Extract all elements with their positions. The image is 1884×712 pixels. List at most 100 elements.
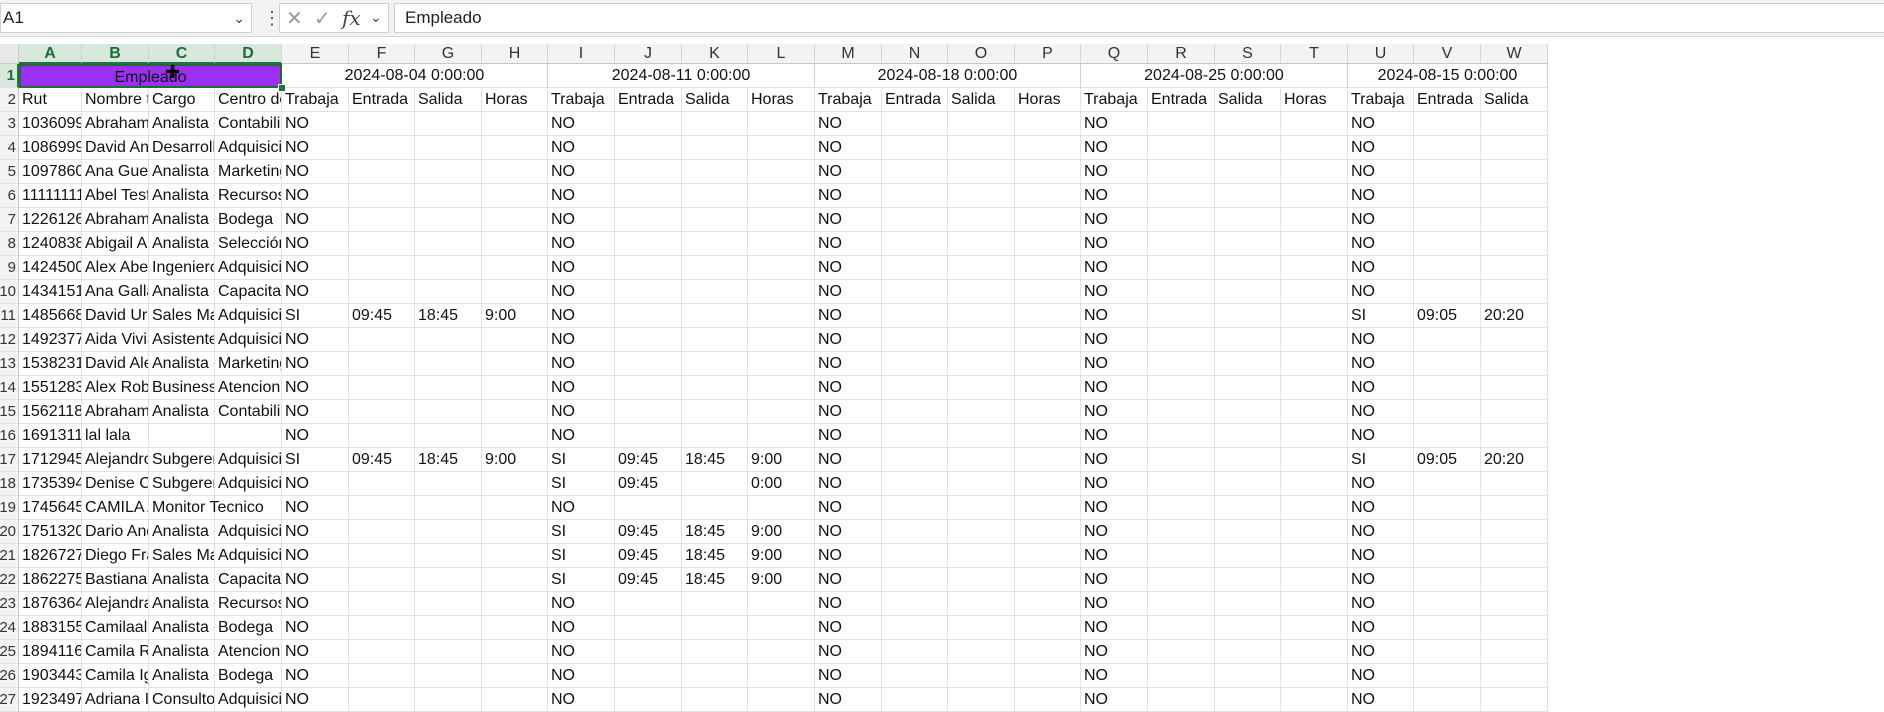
data-cell[interactable]: NO — [548, 592, 615, 616]
row-header-24[interactable]: 24 — [0, 616, 19, 640]
data-cell[interactable] — [215, 424, 282, 448]
data-cell[interactable] — [948, 664, 1015, 688]
data-cell[interactable]: 18:45 — [682, 448, 748, 472]
data-cell[interactable] — [948, 448, 1015, 472]
data-cell[interactable]: NO — [282, 424, 349, 448]
data-cell[interactable]: NO — [548, 400, 615, 424]
data-cell[interactable] — [1281, 616, 1348, 640]
data-cell[interactable]: NO — [815, 688, 882, 712]
data-cell[interactable]: Bodega — [215, 664, 282, 688]
data-cell[interactable] — [1481, 208, 1548, 232]
data-cell[interactable] — [349, 256, 415, 280]
data-cell[interactable] — [1148, 568, 1215, 592]
data-cell[interactable]: NO — [1081, 112, 1148, 136]
column-title-cell[interactable]: Trabaja — [548, 88, 615, 112]
data-cell[interactable] — [1481, 640, 1548, 664]
data-cell[interactable]: NO — [282, 640, 349, 664]
data-cell[interactable] — [482, 256, 548, 280]
data-cell[interactable]: 09:45 — [349, 304, 415, 328]
data-cell[interactable] — [682, 136, 748, 160]
data-cell[interactable]: lal lala — [82, 424, 149, 448]
data-cell[interactable]: Marketing — [215, 160, 282, 184]
data-cell[interactable] — [482, 328, 548, 352]
data-cell[interactable] — [615, 112, 682, 136]
data-cell[interactable] — [1015, 112, 1081, 136]
data-cell[interactable]: NO — [815, 472, 882, 496]
data-cell[interactable] — [882, 664, 948, 688]
data-cell[interactable] — [948, 472, 1015, 496]
column-header-p[interactable]: P — [1015, 44, 1081, 64]
data-cell[interactable] — [415, 232, 482, 256]
data-cell[interactable] — [748, 400, 815, 424]
data-cell[interactable]: Business P — [149, 376, 215, 400]
data-cell[interactable] — [1281, 640, 1348, 664]
data-cell[interactable] — [748, 376, 815, 400]
data-cell[interactable]: NO — [1081, 688, 1148, 712]
data-cell[interactable]: 14341516- — [19, 280, 82, 304]
data-cell[interactable] — [1281, 424, 1348, 448]
data-cell[interactable]: 14856682- — [19, 304, 82, 328]
data-cell[interactable]: NO — [815, 400, 882, 424]
data-cell[interactable]: Alejandro C — [82, 448, 149, 472]
data-cell[interactable]: Analista — [149, 232, 215, 256]
data-cell[interactable] — [1015, 208, 1081, 232]
data-cell[interactable]: Recursos H — [215, 184, 282, 208]
data-cell[interactable] — [1148, 520, 1215, 544]
data-cell[interactable]: NO — [1348, 328, 1414, 352]
data-cell[interactable] — [1215, 592, 1281, 616]
data-cell[interactable] — [948, 256, 1015, 280]
data-cell[interactable]: NO — [815, 568, 882, 592]
column-title-cell[interactable]: Salida — [682, 88, 748, 112]
data-cell[interactable] — [882, 592, 948, 616]
data-cell[interactable]: 09:05 — [1414, 304, 1481, 328]
row-header-18[interactable]: 18 — [0, 472, 19, 496]
data-cell[interactable] — [1481, 400, 1548, 424]
data-cell[interactable]: Contabilid — [215, 112, 282, 136]
data-cell[interactable]: NO — [282, 400, 349, 424]
data-cell[interactable] — [948, 184, 1015, 208]
data-cell[interactable] — [415, 424, 482, 448]
data-cell[interactable] — [682, 376, 748, 400]
data-cell[interactable] — [682, 616, 748, 640]
data-cell[interactable] — [1215, 496, 1281, 520]
data-cell[interactable]: Atencion a — [215, 640, 282, 664]
data-cell[interactable] — [1481, 280, 1548, 304]
data-cell[interactable] — [349, 664, 415, 688]
data-cell[interactable] — [1148, 184, 1215, 208]
data-cell[interactable] — [349, 400, 415, 424]
data-cell[interactable]: NO — [548, 352, 615, 376]
data-cell[interactable] — [615, 208, 682, 232]
data-cell[interactable] — [615, 184, 682, 208]
data-cell[interactable]: Selección y — [215, 232, 282, 256]
data-cell[interactable] — [948, 592, 1015, 616]
data-cell[interactable] — [615, 424, 682, 448]
column-header-g[interactable]: G — [415, 44, 482, 64]
data-cell[interactable] — [1015, 616, 1081, 640]
data-cell[interactable]: Analista de — [149, 184, 215, 208]
data-cell[interactable]: 19234977- — [19, 688, 82, 712]
data-cell[interactable]: Asistente — [149, 328, 215, 352]
data-cell[interactable] — [1148, 688, 1215, 712]
column-header-b[interactable]: B — [82, 44, 149, 64]
data-cell[interactable]: Capacitaci — [215, 568, 282, 592]
column-header-j[interactable]: J — [615, 44, 682, 64]
data-cell[interactable] — [415, 664, 482, 688]
data-cell[interactable] — [415, 256, 482, 280]
row-header-4[interactable]: 4 — [0, 136, 19, 160]
data-cell[interactable] — [1414, 472, 1481, 496]
data-cell[interactable]: Abraham A — [82, 112, 149, 136]
data-cell[interactable]: NO — [815, 256, 882, 280]
data-cell[interactable] — [748, 688, 815, 712]
data-cell[interactable]: Adquisicio — [215, 304, 282, 328]
data-cell[interactable] — [1481, 160, 1548, 184]
data-cell[interactable] — [415, 496, 482, 520]
column-title-cell[interactable]: Salida — [1215, 88, 1281, 112]
data-cell[interactable] — [1015, 232, 1081, 256]
data-cell[interactable]: NO — [1081, 424, 1148, 448]
column-title-cell[interactable]: Rut — [19, 88, 82, 112]
data-cell[interactable]: 9:00 — [748, 568, 815, 592]
data-cell[interactable] — [1215, 208, 1281, 232]
data-cell[interactable]: SI — [1348, 304, 1414, 328]
data-cell[interactable]: NO — [1348, 376, 1414, 400]
data-cell[interactable]: Consultor — [149, 688, 215, 712]
